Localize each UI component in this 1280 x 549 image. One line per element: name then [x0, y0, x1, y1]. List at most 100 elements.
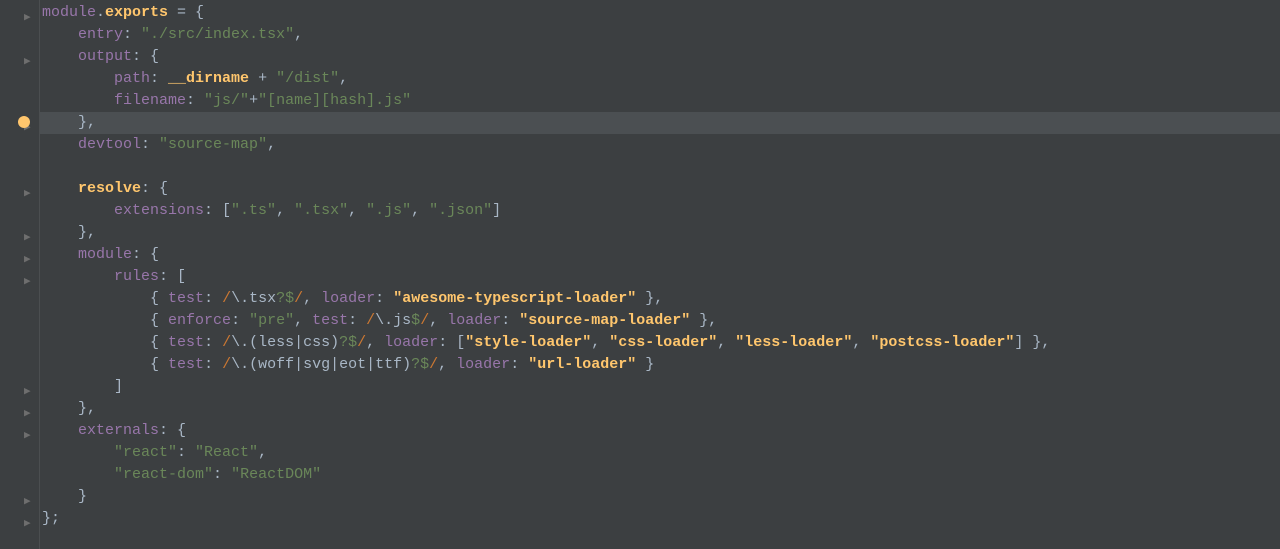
- fold-expand-icon[interactable]: ▶: [24, 51, 31, 73]
- code-token: :: [123, 26, 141, 43]
- code-token: ?$: [276, 290, 294, 307]
- fold-collapse-icon[interactable]: ▶: [24, 491, 31, 513]
- code-token: :: [150, 70, 168, 87]
- code-token: devtool: [78, 136, 141, 153]
- code-token: /: [420, 312, 429, 329]
- code-line[interactable]: rules: [: [40, 266, 1280, 288]
- code-editor[interactable]: module.exports = { entry: "./src/index.t…: [40, 0, 1280, 549]
- code-token: path: [114, 70, 150, 87]
- code-line[interactable]: extensions: [".ts", ".tsx", ".js", ".jso…: [40, 200, 1280, 222]
- code-token: "./src/index.tsx": [141, 26, 294, 43]
- code-token: "react-dom": [114, 466, 213, 483]
- code-line[interactable]: };: [40, 508, 1280, 530]
- code-line[interactable]: externals: {: [40, 420, 1280, 442]
- code-line[interactable]: ]: [40, 376, 1280, 398]
- code-token: /: [294, 290, 303, 307]
- fold-expand-icon[interactable]: ▶: [24, 271, 31, 293]
- code-token: loader: [456, 356, 510, 373]
- code-line[interactable]: },: [40, 398, 1280, 420]
- code-token: test: [168, 334, 204, 351]
- code-token: :: [177, 444, 195, 461]
- code-token: : [: [438, 334, 465, 351]
- fold-expand-icon[interactable]: ▶: [24, 183, 31, 205]
- code-token: ".tsx": [294, 202, 348, 219]
- code-line[interactable]: },: [40, 222, 1280, 244]
- code-token: entry: [78, 26, 123, 43]
- code-line[interactable]: "react": "React",: [40, 442, 1280, 464]
- code-token: ,: [267, 136, 276, 153]
- code-line[interactable]: output: {: [40, 46, 1280, 68]
- code-token: /: [357, 334, 366, 351]
- code-token: :: [348, 312, 366, 329]
- code-token: .: [96, 4, 105, 21]
- code-token: : {: [159, 422, 186, 439]
- code-token: : {: [132, 48, 159, 65]
- code-token: rules: [114, 268, 159, 285]
- fold-collapse-icon[interactable]: ▶: [24, 513, 31, 535]
- code-token: :: [141, 136, 159, 153]
- code-line[interactable]: { test: /\.(woff|svg|eot|ttf)?$/, loader…: [40, 354, 1280, 376]
- fold-expand-icon[interactable]: ▶: [24, 425, 31, 447]
- fold-collapse-icon[interactable]: ▶: [24, 403, 31, 425]
- code-token: module: [78, 246, 132, 263]
- code-token: "js/": [204, 92, 249, 109]
- code-token: /: [222, 356, 231, 373]
- code-token: {: [150, 334, 168, 351]
- code-line[interactable]: "react-dom": "ReactDOM": [40, 464, 1280, 486]
- code-token: "url-loader": [528, 356, 636, 373]
- code-token: ] },: [1014, 334, 1050, 351]
- fold-collapse-icon[interactable]: ▶: [24, 381, 31, 403]
- code-token: },: [78, 400, 96, 417]
- code-token: ?$: [339, 334, 357, 351]
- code-line[interactable]: filename: "js/"+"[name][hash].js": [40, 90, 1280, 112]
- code-token: extensions: [114, 202, 204, 219]
- code-token: \.(woff|svg|eot|ttf): [231, 356, 411, 373]
- fold-expand-icon[interactable]: ▶: [24, 7, 31, 29]
- code-token: ,: [366, 334, 384, 351]
- code-line[interactable]: { enforce: "pre", test: /\.js$/, loader:…: [40, 310, 1280, 332]
- code-token: ".js": [366, 202, 411, 219]
- code-token: ?$: [411, 356, 429, 373]
- code-token: test: [168, 356, 204, 373]
- code-line[interactable]: { test: /\.tsx?$/, loader: "awesome-type…: [40, 288, 1280, 310]
- code-token: },: [78, 114, 96, 131]
- code-line[interactable]: entry: "./src/index.tsx",: [40, 24, 1280, 46]
- code-token: "postcss-loader": [870, 334, 1014, 351]
- code-token: ,: [429, 312, 447, 329]
- code-line[interactable]: { test: /\.(less|css)?$/, loader: ["styl…: [40, 332, 1280, 354]
- code-token: ,: [717, 334, 735, 351]
- lightbulb-icon[interactable]: [18, 116, 30, 128]
- code-token: \.tsx: [231, 290, 276, 307]
- code-line[interactable]: devtool: "source-map",: [40, 134, 1280, 156]
- code-line[interactable]: module: {: [40, 244, 1280, 266]
- code-token: {: [150, 312, 168, 329]
- fold-collapse-icon[interactable]: ▶: [24, 227, 31, 249]
- code-token: },: [636, 290, 663, 307]
- code-token: /: [222, 334, 231, 351]
- code-token: ,: [276, 202, 294, 219]
- code-token: "source-map": [159, 136, 267, 153]
- code-token: : [: [204, 202, 231, 219]
- code-token: exports: [105, 4, 168, 21]
- code-line[interactable]: module.exports = {: [40, 2, 1280, 24]
- code-token: },: [690, 312, 717, 329]
- code-token: : {: [132, 246, 159, 263]
- code-token: :: [186, 92, 204, 109]
- code-token: {: [150, 290, 168, 307]
- code-token: ".json": [429, 202, 492, 219]
- code-token: "css-loader": [609, 334, 717, 351]
- code-line[interactable]: [40, 156, 1280, 178]
- code-line[interactable]: }: [40, 486, 1280, 508]
- code-token: "[name][hash].js": [258, 92, 411, 109]
- code-token: ,: [411, 202, 429, 219]
- code-token: ".ts": [231, 202, 276, 219]
- code-token: ,: [258, 444, 267, 461]
- code-token: :: [231, 312, 249, 329]
- fold-expand-icon[interactable]: ▶: [24, 249, 31, 271]
- code-line[interactable]: },: [40, 112, 1280, 134]
- code-token: ,: [438, 356, 456, 373]
- code-line[interactable]: path: __dirname + "/dist",: [40, 68, 1280, 90]
- code-line[interactable]: resolve: {: [40, 178, 1280, 200]
- code-token: };: [42, 510, 60, 527]
- code-token: ,: [294, 26, 303, 43]
